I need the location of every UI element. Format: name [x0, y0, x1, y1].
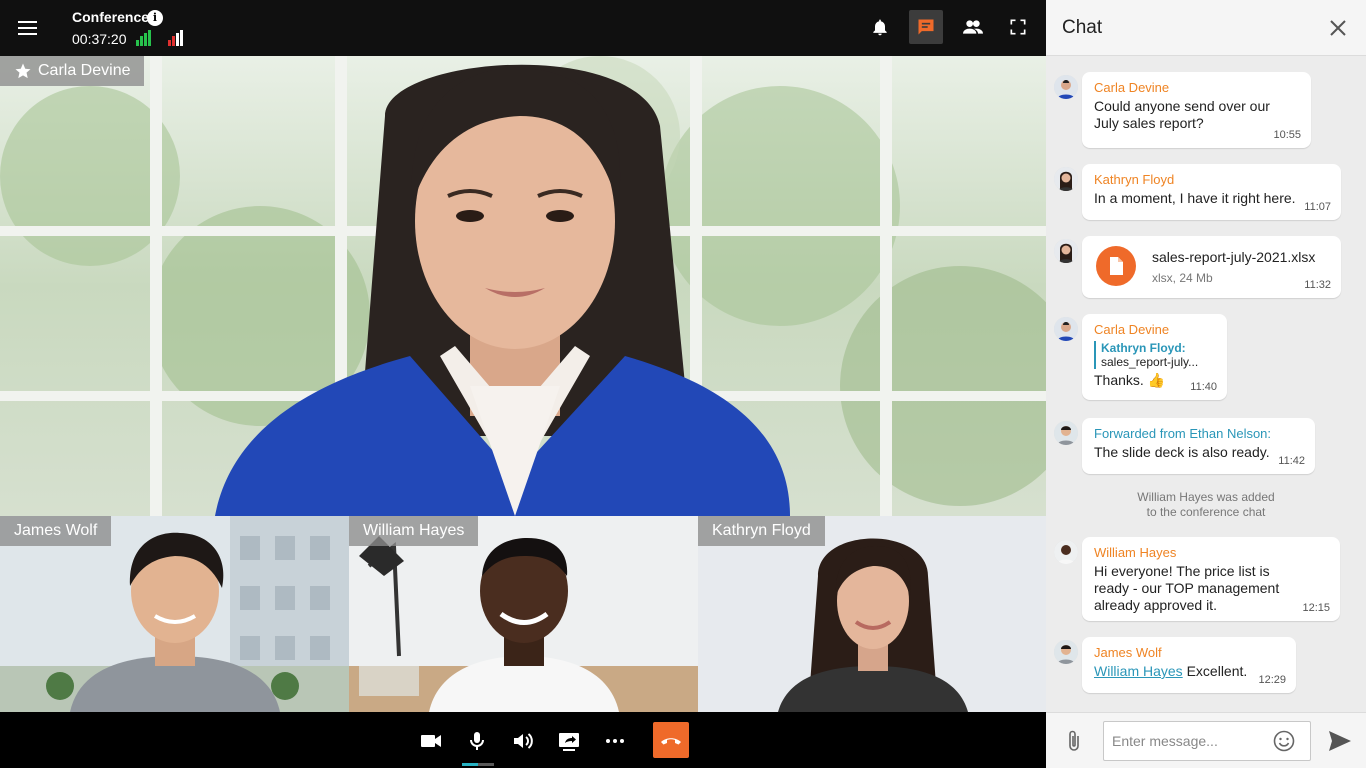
message-text: Hi everyone! The price list is ready - o… [1094, 563, 1280, 613]
thumbs-up-emoji: 👍 [1147, 372, 1166, 388]
microphone-icon[interactable] [460, 724, 494, 758]
menu-icon[interactable] [14, 16, 42, 40]
system-note: William Hayes was added to the conferenc… [1137, 490, 1275, 519]
quoted-message[interactable]: Kathryn Floyd: sales_report-july... [1094, 341, 1215, 369]
message-composer [1046, 712, 1366, 768]
hang-up-button[interactable] [653, 722, 689, 758]
speaker-icon[interactable] [506, 724, 540, 758]
avatar [1054, 640, 1078, 664]
conference-top-bar: Conference i 00:37:20 [0, 0, 1046, 56]
signal-good-icon [136, 30, 152, 46]
tile-label-james-wolf: James Wolf [0, 516, 112, 546]
conference-area: Carla Devine James Wolf William Hayes Ka… [0, 0, 1046, 768]
main-video-feed [0, 56, 1046, 516]
message-sender: Carla Devine [1094, 80, 1170, 95]
quote-text: sales_report-july... [1101, 355, 1199, 369]
file-icon [1096, 246, 1136, 286]
avatar [1054, 421, 1078, 445]
message-time: 11:40 [1190, 381, 1217, 393]
video-tile-kathryn-floyd[interactable]: Kathryn Floyd [698, 516, 1046, 712]
message-sender: James Wolf [1094, 645, 1162, 660]
avatar [1054, 75, 1078, 99]
participants-icon[interactable] [955, 10, 989, 44]
message-time: 10:55 [1273, 129, 1301, 141]
message-bubble[interactable]: Kathryn Floyd In a moment, I have it rig… [1082, 164, 1341, 220]
chat-title: Chat [1062, 17, 1103, 38]
star-icon [15, 63, 31, 79]
notifications-bell-icon[interactable] [863, 10, 897, 44]
chat-header: Chat [1046, 0, 1366, 56]
message-time: 11:42 [1278, 455, 1305, 467]
message-bubble[interactable]: Carla Devine Kathryn Floyd: sales_report… [1082, 314, 1227, 400]
more-options-icon[interactable] [598, 724, 632, 758]
message-text: The slide deck is also ready. [1094, 444, 1270, 460]
signal-weak-icon [168, 30, 184, 46]
avatar [1054, 540, 1078, 564]
emoji-icon[interactable] [1273, 730, 1295, 752]
quote-author: Kathryn Floyd: [1101, 341, 1186, 355]
forwarded-label: Forwarded from Ethan Nelson: [1094, 426, 1272, 441]
tile-label-william-hayes: William Hayes [349, 516, 479, 546]
message-bubble[interactable]: Forwarded from Ethan Nelson: The slide d… [1082, 418, 1315, 474]
avatar [1054, 317, 1078, 341]
file-meta: xlsx, 24 Mb [1152, 271, 1213, 285]
send-icon[interactable] [1328, 730, 1352, 752]
close-icon[interactable] [1328, 18, 1348, 38]
main-speaker-label: Carla Devine [0, 56, 145, 86]
phone-hangup-icon [661, 738, 681, 745]
conference-timer: 00:37:20 [72, 31, 127, 47]
message-text: Could anyone send over our July sales re… [1094, 98, 1270, 131]
avatar [1054, 167, 1078, 191]
paperclip-icon[interactable] [1064, 729, 1084, 753]
microphone-level-fill [462, 763, 478, 766]
fullscreen-icon[interactable] [1001, 10, 1035, 44]
video-tile-william-hayes[interactable]: William Hayes [349, 516, 698, 712]
screen-share-icon[interactable] [552, 724, 586, 758]
main-video-carla-devine[interactable]: Carla Devine [0, 56, 1046, 516]
message-text: William Hayes Excellent. [1094, 663, 1248, 679]
message-bubble[interactable]: William Hayes Hi everyone! The price lis… [1082, 537, 1340, 621]
avatar [1054, 239, 1078, 263]
video-tile-james-wolf[interactable]: James Wolf [0, 516, 349, 712]
message-sender: William Hayes [1094, 545, 1177, 560]
file-name: sales-report-july-2021.xlsx [1152, 249, 1316, 265]
microphone-level-bar [462, 763, 494, 766]
message-bubble[interactable]: Carla Devine Could anyone send over our … [1082, 72, 1311, 148]
user-mention-link[interactable]: William Hayes [1094, 663, 1183, 679]
message-time: 12:29 [1258, 674, 1286, 686]
call-controls-bar [0, 712, 1046, 768]
tile-label-kathryn-floyd: Kathryn Floyd [698, 516, 825, 546]
info-icon[interactable]: i [147, 10, 163, 26]
tile-name: William Hayes [363, 522, 465, 539]
tile-name: Kathryn Floyd [712, 522, 811, 539]
message-time: 11:07 [1304, 201, 1331, 213]
message-time: 12:15 [1302, 602, 1330, 614]
message-bubble[interactable]: James Wolf William Hayes Excellent. 12:2… [1082, 637, 1296, 693]
camera-icon[interactable] [414, 724, 448, 758]
tile-name: James Wolf [14, 522, 98, 539]
message-sender: Carla Devine [1094, 322, 1170, 337]
conference-title: Conference [72, 9, 150, 25]
chat-panel: Chat Carla Devine Could anyone send over… [1046, 0, 1366, 768]
message-time: 11:32 [1304, 279, 1331, 291]
message-sender: Kathryn Floyd [1094, 172, 1175, 187]
file-attachment-bubble[interactable]: sales-report-july-2021.xlsx xlsx, 24 Mb … [1082, 236, 1341, 298]
chat-toggle-icon[interactable] [909, 10, 943, 44]
message-text: In a moment, I have it right here. [1094, 190, 1296, 206]
main-speaker-name: Carla Devine [38, 62, 131, 79]
